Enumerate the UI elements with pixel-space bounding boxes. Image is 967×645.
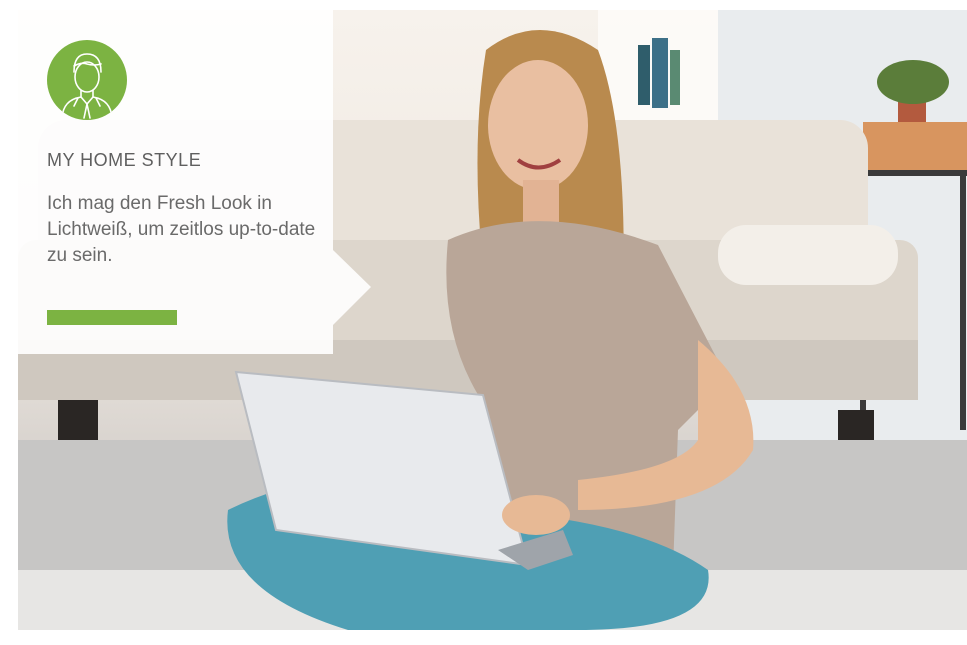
card-pointer xyxy=(333,250,371,325)
person-avatar-icon xyxy=(47,40,127,120)
card-text: Ich mag den Fresh Look in Lichtweiß, um … xyxy=(47,193,316,266)
accent-bar xyxy=(47,310,177,325)
card-title: MY HOME STYLE xyxy=(47,150,202,170)
